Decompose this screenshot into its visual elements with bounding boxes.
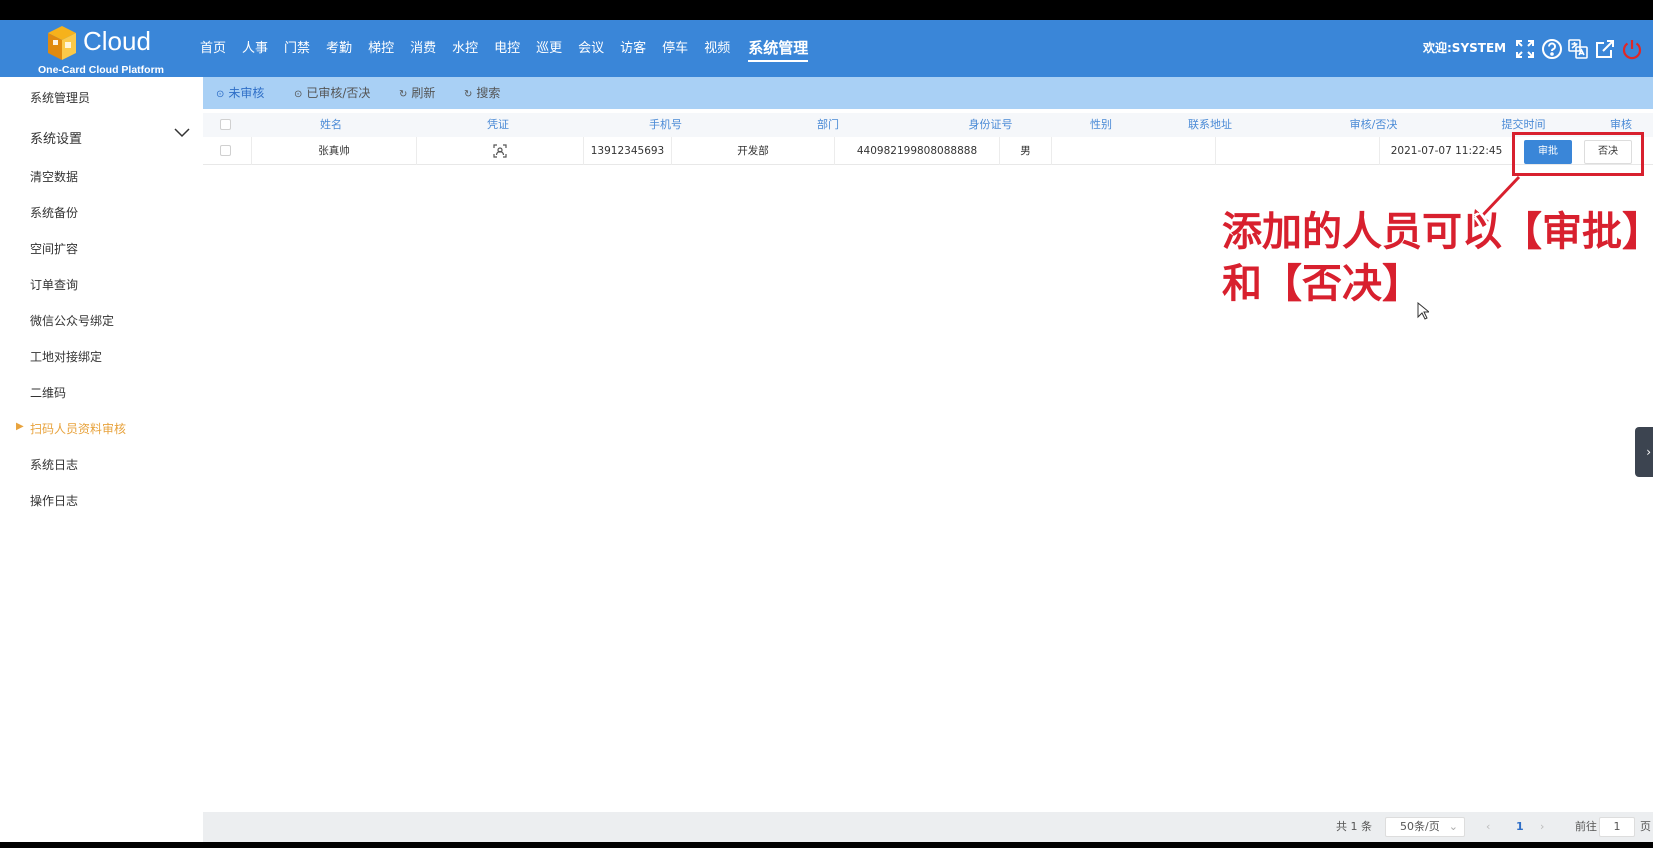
current-page[interactable]: 1 — [1516, 812, 1524, 842]
nav-item-elevator[interactable]: 梯控 — [368, 20, 394, 77]
top-header: Cloud One-Card Cloud Platform 首页 人事 门禁 考… — [0, 20, 1653, 77]
goto-page-input[interactable]: 1 — [1599, 817, 1635, 837]
prev-page-button[interactable]: ‹ — [1486, 812, 1490, 842]
sidebar-item-system-log[interactable]: 系统日志 — [30, 456, 78, 473]
next-page-button[interactable]: › — [1540, 812, 1544, 842]
col-address[interactable]: 联系地址 — [1129, 113, 1291, 137]
nav-item-water[interactable]: 水控 — [452, 20, 478, 77]
face-scan-icon[interactable] — [493, 144, 507, 158]
search-refresh-icon: ↻ — [464, 89, 473, 100]
col-id-number[interactable]: 身份证号 — [908, 113, 1073, 137]
nav-item-power[interactable]: 电控 — [494, 20, 520, 77]
external-link-icon[interactable] — [1594, 38, 1616, 60]
cell-gender: 男 — [1000, 137, 1052, 165]
nav-item-system-admin[interactable]: 系统管理 — [748, 20, 809, 77]
cell-address — [1052, 137, 1216, 165]
page-suffix: 页 — [1640, 820, 1651, 833]
nav-item-video[interactable]: 视频 — [704, 20, 730, 77]
cell-credential[interactable] — [417, 137, 584, 165]
sidebar-item-backup[interactable]: 系统备份 — [30, 204, 78, 221]
chevron-right-icon: › — [1646, 445, 1651, 459]
sidebar-item-operation-log[interactable]: 操作日志 — [30, 492, 78, 509]
nav-item-visitor[interactable]: 访客 — [620, 20, 646, 77]
row-checkbox[interactable] — [220, 145, 231, 156]
mouse-cursor-icon — [1417, 302, 1429, 320]
cell-submitted: 2021-07-07 11:22:45 — [1390, 145, 1503, 157]
col-gender[interactable]: 性别 — [1073, 113, 1129, 137]
cell-id-number: 440982199808088888 — [835, 137, 1000, 165]
radio-icon: ⊙ — [216, 89, 225, 100]
drawer-toggle-button[interactable]: › — [1635, 427, 1653, 477]
page-size-select[interactable]: 50条/页 ⌄ — [1385, 817, 1465, 837]
refresh-label: 刷新 — [411, 86, 436, 100]
main-nav: 首页 人事 门禁 考勤 梯控 消费 水控 电控 巡更 会议 访客 停车 视频 系… — [200, 20, 824, 77]
table-row[interactable]: 张真帅 13912345693 开发部 440982199808088888 男… — [203, 137, 1653, 165]
app-window: Cloud One-Card Cloud Platform 首页 人事 门禁 考… — [0, 20, 1653, 842]
toolbar: ⊙ 未审核 ⊙ 已审核/否决 ↻ 刷新 ↻ 搜索 — [203, 77, 1653, 109]
power-icon[interactable] — [1621, 38, 1643, 60]
sidebar: 系统管理员 系统设置 清空数据 系统备份 空间扩容 订单查询 微信公众号绑定 工… — [0, 77, 203, 842]
radio-icon: ⊙ — [294, 89, 303, 100]
logo-cube-icon — [48, 26, 76, 60]
annotation-line-2: 和【否决】 — [1222, 261, 1422, 307]
refresh-button[interactable]: ↻ 刷新 — [399, 77, 435, 109]
chevron-down-icon[interactable] — [174, 128, 190, 138]
sidebar-item-scan-review[interactable]: 扫码人员资料审核 — [30, 420, 126, 437]
page-size-value: 50条/页 — [1400, 820, 1440, 833]
chevron-down-icon: ⌄ — [1448, 820, 1458, 833]
search-label: 搜索 — [476, 86, 501, 100]
tab-reviewed[interactable]: ⊙ 已审核/否决 — [294, 77, 370, 109]
fullscreen-icon[interactable] — [1514, 38, 1536, 60]
highlight-box — [1512, 132, 1644, 176]
sidebar-item-site-binding[interactable]: 工地对接绑定 — [30, 348, 102, 365]
nav-item-consumption[interactable]: 消费 — [410, 20, 436, 77]
search-button[interactable]: ↻ 搜索 — [464, 77, 500, 109]
tab-unreviewed-label: 未审核 — [228, 86, 265, 100]
main-content: ⊙ 未审核 ⊙ 已审核/否决 ↻ 刷新 ↻ 搜索 姓名 凭证 手机号 部门 身份证号 性… — [203, 77, 1653, 842]
translate-icon[interactable] — [1567, 38, 1589, 60]
table-header: 姓名 凭证 手机号 部门 身份证号 性别 联系地址 审核/否决 提交时间 审核 — [203, 113, 1653, 137]
col-name[interactable]: 姓名 — [251, 113, 411, 137]
nav-item-attendance[interactable]: 考勤 — [326, 20, 352, 77]
select-all-checkbox[interactable] — [220, 119, 231, 130]
cell-phone: 13912345693 — [584, 137, 672, 165]
nav-item-hr[interactable]: 人事 — [242, 20, 268, 77]
active-caret-icon: ▶ — [16, 421, 24, 432]
sidebar-item-system-admin[interactable]: 系统管理员 — [30, 89, 90, 106]
logo-word: Cloud — [83, 26, 151, 56]
tab-reviewed-label: 已审核/否决 — [306, 86, 371, 100]
total-count: 共 1 条 — [1336, 820, 1372, 833]
sidebar-item-clear-data[interactable]: 清空数据 — [30, 168, 78, 185]
annotation-line-1: 添加的人员可以【审批】 — [1222, 209, 1653, 255]
refresh-icon: ↻ — [399, 89, 408, 100]
app-logo[interactable]: Cloud One-Card Cloud Platform — [36, 24, 166, 76]
nav-item-patrol[interactable]: 巡更 — [536, 20, 562, 77]
welcome-user: 欢迎:SYSTEM — [1423, 41, 1507, 55]
nav-item-access[interactable]: 门禁 — [284, 20, 310, 77]
pagination-bar: 共 1 条 50条/页 ⌄ ‹ 1 › 前往 1 页 — [203, 812, 1653, 842]
col-department[interactable]: 部门 — [748, 113, 908, 137]
nav-item-parking[interactable]: 停车 — [662, 20, 688, 77]
sidebar-item-storage-expand[interactable]: 空间扩容 — [30, 240, 78, 257]
col-phone[interactable]: 手机号 — [583, 113, 748, 137]
sidebar-item-system-settings[interactable]: 系统设置 — [30, 128, 82, 147]
help-icon[interactable] — [1541, 38, 1563, 60]
sidebar-item-qrcode[interactable]: 二维码 — [30, 384, 66, 401]
annotation-callout: 添加的人员可以【审批】 和【否决】 — [1222, 206, 1653, 310]
goto-label: 前往 — [1575, 820, 1597, 833]
logo-subtitle: One-Card Cloud Platform — [38, 64, 165, 76]
tab-unreviewed[interactable]: ⊙ 未审核 — [216, 77, 264, 109]
nav-item-meeting[interactable]: 会议 — [578, 20, 604, 77]
sidebar-item-wechat-binding[interactable]: 微信公众号绑定 — [30, 312, 114, 329]
col-credential[interactable]: 凭证 — [418, 113, 578, 137]
col-review-status[interactable]: 审核/否决 — [1291, 113, 1456, 137]
nav-item-home[interactable]: 首页 — [200, 20, 226, 77]
cell-department: 开发部 — [672, 137, 835, 165]
cell-name: 张真帅 — [251, 137, 417, 165]
cell-review-status — [1216, 137, 1380, 165]
sidebar-item-order-query[interactable]: 订单查询 — [30, 276, 78, 293]
